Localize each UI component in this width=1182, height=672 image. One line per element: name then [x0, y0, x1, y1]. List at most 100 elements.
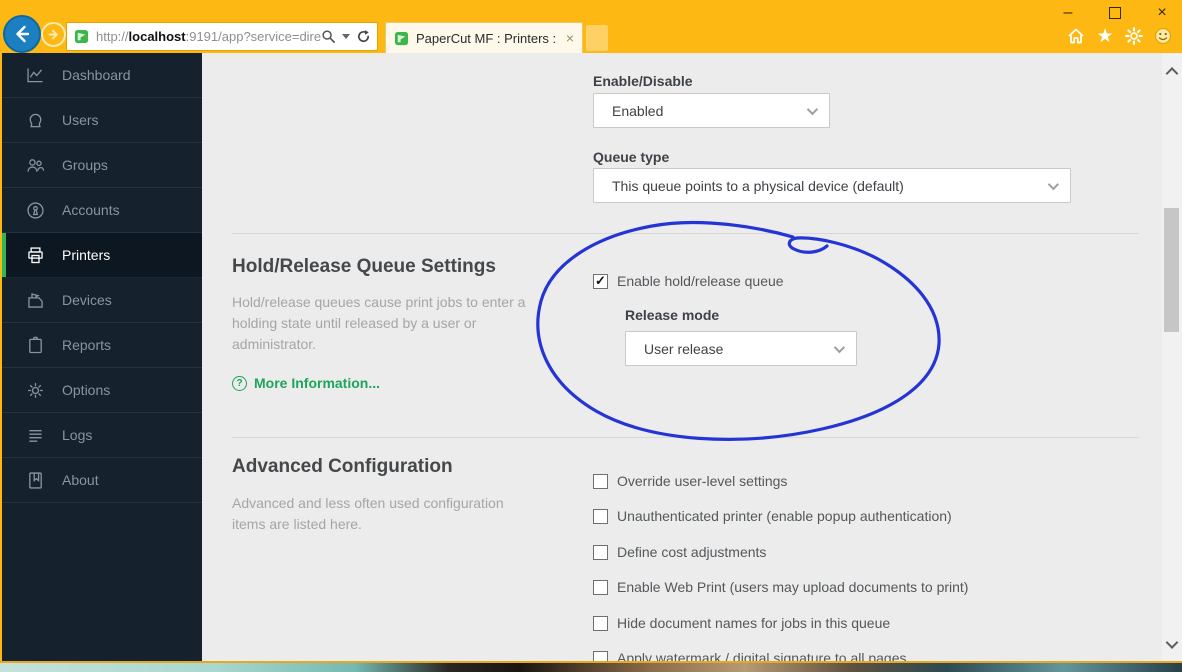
sidebar-item-logs[interactable]: Logs	[2, 413, 202, 458]
chevron-down-icon	[806, 103, 819, 115]
sidebar-item-reports[interactable]: Reports	[2, 323, 202, 368]
section-divider	[232, 233, 1139, 234]
gear-icon	[24, 379, 46, 401]
scroll-up-icon[interactable]	[1165, 67, 1179, 80]
page-viewport: Dashboard Users Groups Accounts Printers…	[2, 53, 1182, 661]
checkbox-label: Hide document names for jobs in this que…	[617, 615, 891, 631]
user-icon	[24, 109, 46, 131]
enable-disable-label: Enable/Disable	[593, 73, 693, 89]
chevron-down-icon	[833, 341, 846, 353]
sidebar-item-label: About	[62, 472, 99, 488]
help-question-icon: ?	[232, 375, 247, 391]
checkbox-unchecked[interactable]	[593, 473, 608, 489]
maximize-icon	[1109, 7, 1121, 19]
sidebar-item-accounts[interactable]: Accounts	[2, 188, 202, 233]
scrollbar-thumb[interactable]	[1164, 208, 1179, 332]
advanced-checkbox-row[interactable]: Override user-level settings	[593, 473, 787, 489]
enable-disable-value: Enabled	[612, 102, 664, 119]
queue-type-value: This queue points to a physical device (…	[612, 177, 904, 194]
vertical-scrollbar[interactable]	[1162, 53, 1182, 661]
advanced-description: Advanced and less often used configurati…	[232, 495, 504, 532]
browser-tab[interactable]: PaperCut MF : Printers : Pri... ×	[385, 22, 583, 53]
maximize-button[interactable]	[1105, 5, 1125, 21]
url-rest: :9191/app?service=direct/1,	[185, 29, 321, 44]
checkbox-label: Define cost adjustments	[617, 544, 767, 560]
sidebar-item-label: Options	[62, 382, 111, 398]
advanced-checkbox-row[interactable]: Enable Web Print (users may upload docum…	[593, 579, 968, 595]
sidebar-item-options[interactable]: Options	[2, 368, 202, 413]
accounts-lock-icon	[24, 199, 46, 221]
queue-type-label: Queue type	[593, 149, 670, 165]
sidebar: Dashboard Users Groups Accounts Printers…	[2, 53, 202, 661]
queue-type-select[interactable]: This queue points to a physical device (…	[593, 168, 1071, 203]
tab-close-icon[interactable]: ×	[566, 31, 574, 45]
desktop-wallpaper-strip	[0, 661, 1182, 672]
sidebar-item-users[interactable]: Users	[2, 98, 202, 143]
dashboard-chart-icon	[24, 64, 46, 86]
advanced-section-title: Advanced Configuration	[232, 456, 453, 477]
checkbox-unchecked[interactable]	[593, 650, 608, 661]
checkbox-unchecked[interactable]	[593, 544, 608, 560]
favorites-star-icon[interactable]: ★	[1094, 25, 1116, 47]
papercut-favicon	[74, 29, 89, 44]
sidebar-item-label: Reports	[62, 337, 112, 353]
device-icon	[24, 289, 46, 311]
enable-disable-select[interactable]: Enabled	[593, 93, 830, 128]
feedback-smiley-icon[interactable]	[1152, 25, 1174, 47]
tab-title: PaperCut MF : Printers : Pri...	[416, 30, 559, 46]
enable-hold-release-checkbox-row[interactable]: ✓ Enable hold/release queue	[593, 273, 784, 289]
minimize-button[interactable]: –	[1058, 4, 1078, 21]
scroll-down-icon[interactable]	[1165, 636, 1179, 649]
sidebar-item-label: Dashboard	[62, 67, 131, 83]
settings-gear-icon[interactable]	[1123, 25, 1145, 47]
advanced-checkbox-row[interactable]: Hide document names for jobs in this que…	[593, 615, 890, 631]
sidebar-item-printers[interactable]: Printers	[2, 233, 202, 278]
checkbox-label: Unauthenticated printer (enable popup au…	[617, 508, 952, 524]
advanced-checkbox-row[interactable]: Unauthenticated printer (enable popup au…	[593, 508, 952, 524]
sidebar-item-label: Accounts	[62, 202, 120, 218]
release-mode-select[interactable]: User release	[625, 331, 857, 366]
close-button[interactable]: ×	[1152, 4, 1172, 21]
checkbox-unchecked[interactable]	[593, 508, 608, 524]
sidebar-item-dashboard[interactable]: Dashboard	[2, 53, 202, 98]
url-prefix: http://	[96, 29, 129, 44]
browser-window: http://localhost:9191/app?service=direct…	[0, 0, 1182, 672]
checkbox-unchecked[interactable]	[593, 615, 608, 631]
arrow-right-icon	[48, 29, 58, 40]
hold-release-description: Hold/release queues cause print jobs to …	[232, 294, 526, 352]
url-host: localhost	[128, 29, 186, 44]
clipboard-icon	[24, 334, 46, 356]
address-bar[interactable]: http://localhost:9191/app?service=direct…	[66, 22, 378, 51]
back-button[interactable]	[3, 15, 41, 53]
refresh-icon[interactable]	[356, 29, 371, 44]
advanced-checkbox-row[interactable]: Define cost adjustments	[593, 544, 766, 560]
forward-button[interactable]	[41, 22, 66, 47]
printer-icon	[24, 244, 46, 266]
arrow-left-icon	[16, 25, 30, 43]
url-text[interactable]: http://localhost:9191/app?service=direct…	[96, 29, 321, 44]
sidebar-item-label: Groups	[62, 157, 108, 173]
address-dropdown-icon[interactable]	[342, 34, 350, 39]
sidebar-item-devices[interactable]: Devices	[2, 278, 202, 323]
groups-icon	[24, 154, 46, 176]
more-information-link[interactable]: ? More Information...	[232, 375, 380, 391]
checkbox-label: Apply watermark / digital signature to a…	[617, 650, 907, 661]
checkbox-checked[interactable]: ✓	[593, 272, 608, 289]
checkbox-label: Override user-level settings	[617, 473, 788, 489]
sidebar-item-label: Devices	[62, 292, 112, 308]
sidebar-item-about[interactable]: About	[2, 458, 202, 503]
browser-chrome: http://localhost:9191/app?service=direct…	[0, 0, 1182, 53]
search-icon[interactable]	[321, 29, 336, 44]
checkbox-label: Enable hold/release queue	[617, 273, 784, 289]
release-mode-label: Release mode	[625, 307, 720, 323]
checkbox-unchecked[interactable]	[593, 579, 608, 595]
printer-settings-content: Enable/Disable Enabled Queue type This q…	[202, 53, 1162, 661]
papercut-favicon	[394, 31, 409, 45]
list-lines-icon	[24, 424, 46, 446]
check-icon: ✓	[595, 272, 606, 288]
home-icon[interactable]	[1065, 25, 1087, 47]
advanced-checkbox-row[interactable]: Apply watermark / digital signature to a…	[593, 650, 906, 661]
sidebar-item-groups[interactable]: Groups	[2, 143, 202, 188]
sidebar-item-label: Users	[62, 112, 99, 128]
new-tab-button[interactable]	[586, 25, 608, 51]
